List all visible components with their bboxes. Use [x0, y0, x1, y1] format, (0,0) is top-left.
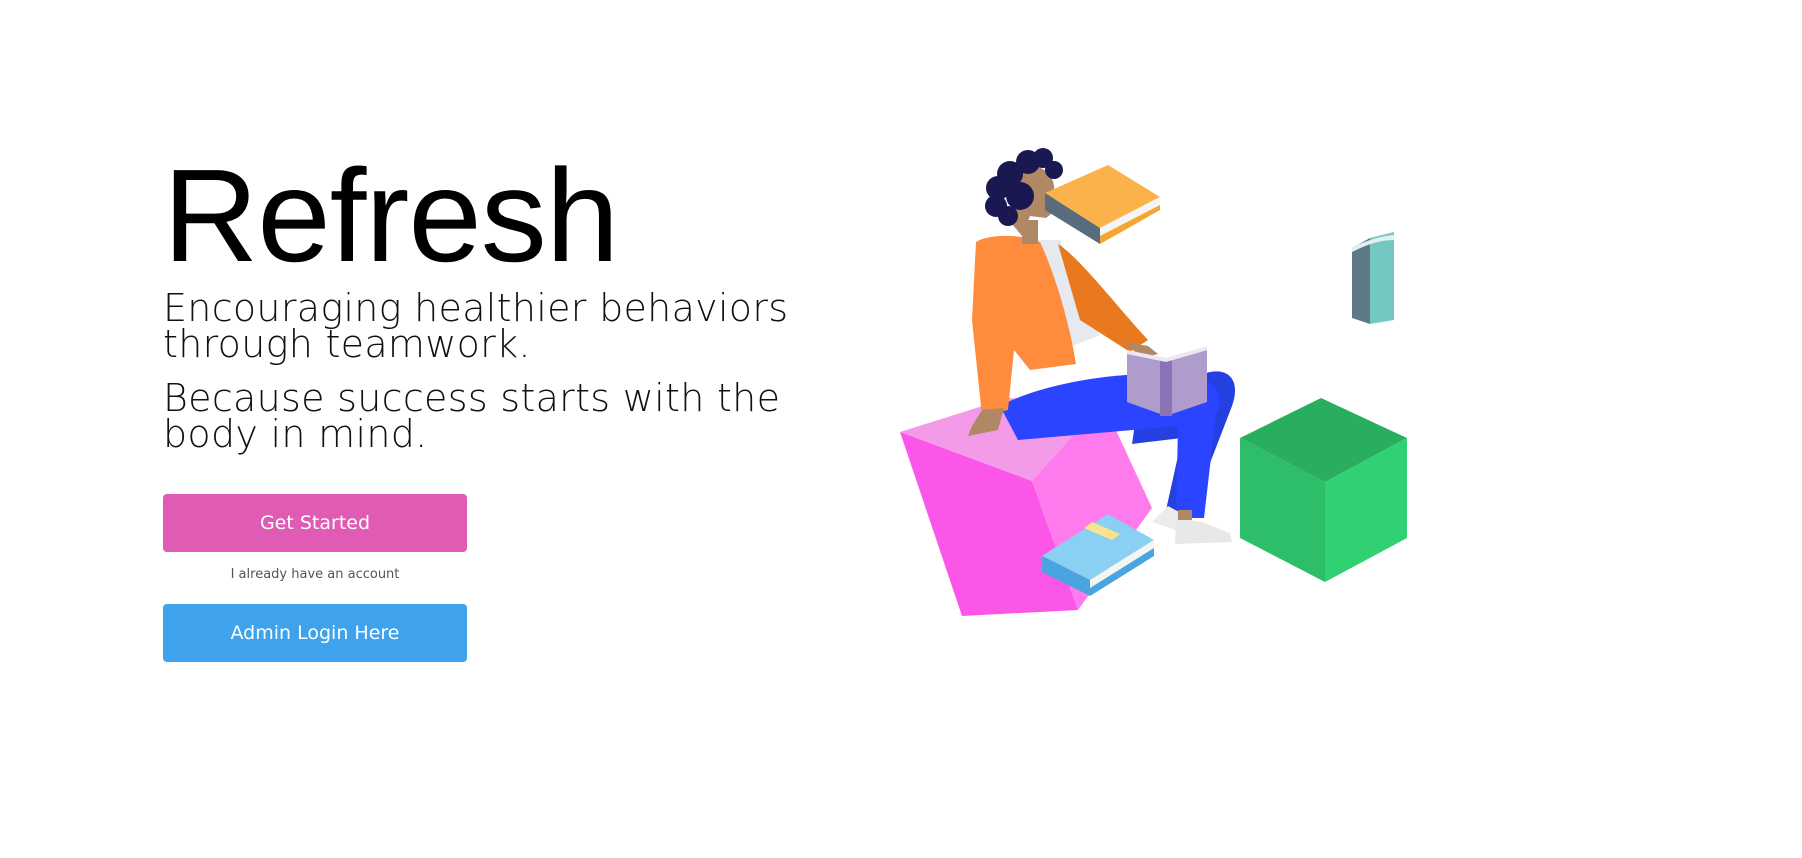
get-started-button[interactable]: Get Started [163, 494, 467, 552]
green-cube-icon [1240, 398, 1407, 582]
existing-account-link[interactable]: I already have an account [163, 567, 467, 582]
purple-open-book-icon [1127, 346, 1207, 416]
teal-book-icon [1352, 232, 1394, 324]
orange-book-icon [1045, 165, 1160, 244]
hero-illustration [900, 148, 1407, 616]
tagline-body-mind: Because success starts with the body in … [163, 376, 781, 456]
page-title: Refresh [163, 142, 619, 289]
tagline-teamwork: Encouraging healthier behaviors through … [163, 286, 789, 366]
hero-section: Refresh Encouraging healthier behaviors … [163, 142, 803, 456]
admin-login-button[interactable]: Admin Login Here [163, 604, 467, 662]
